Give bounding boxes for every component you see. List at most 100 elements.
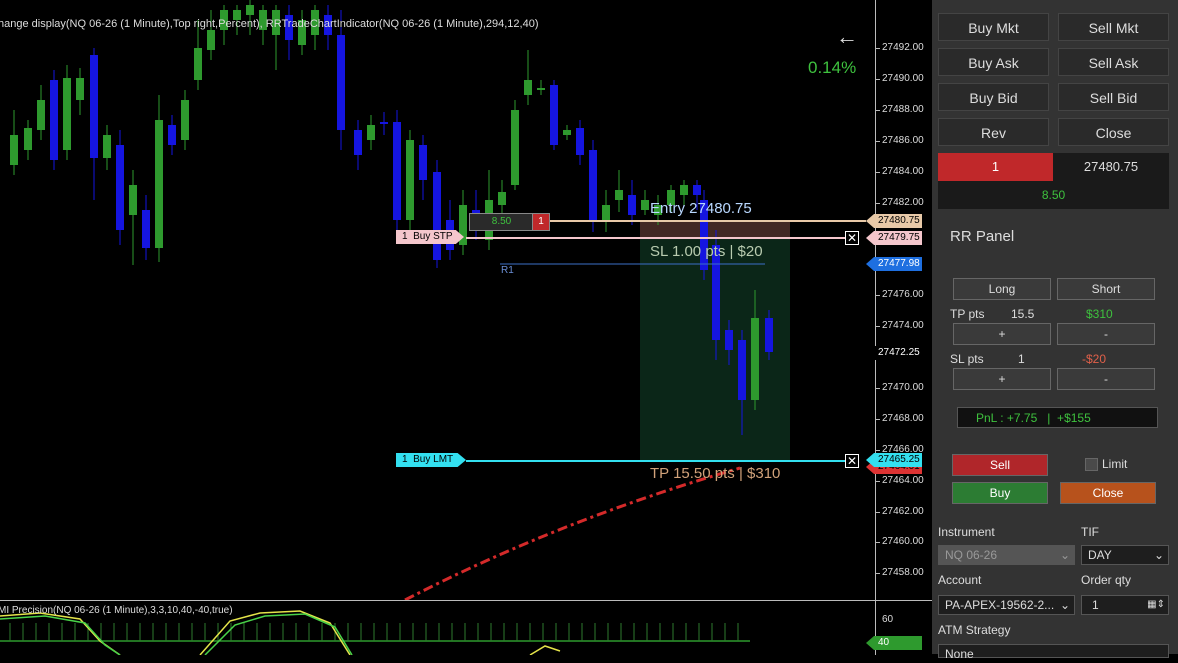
tp-increase-button[interactable]: + — [953, 323, 1051, 345]
candle-body — [576, 128, 584, 155]
buy-stop-order-tag[interactable]: 1 Buy STP — [396, 230, 464, 244]
sell-button[interactable]: Sell — [952, 454, 1048, 476]
price-axis-label: 27458.00 — [882, 567, 924, 579]
tp-pts-label: TP pts — [950, 307, 985, 321]
red-dashed-indicator — [404, 466, 741, 600]
price-axis[interactable]: 27492.00 27490.00 27488.00 27486.00 27484.00… — [866, 0, 933, 600]
price-axis-label: 27460.00 — [882, 536, 924, 548]
candle-body — [393, 122, 401, 220]
subpanel-axis-label: 60 — [882, 614, 894, 625]
candlestick-canvas — [10, 0, 866, 600]
cancel-stop-order-icon[interactable]: ✕ — [845, 231, 859, 245]
atm-strategy-value: None — [945, 647, 974, 661]
price-axis-tick — [876, 78, 880, 80]
price-axis-label: 27462.00 — [882, 505, 924, 517]
candle-body — [680, 185, 688, 195]
buy-limit-order-tag[interactable]: 1 Buy LMT — [396, 453, 466, 467]
candle-body — [194, 48, 202, 80]
indicator-title: hange display(NQ 06-26 (1 Minute),Top ri… — [0, 18, 539, 30]
candle-body — [37, 100, 45, 130]
sell-bid-button[interactable]: Sell Bid — [1058, 83, 1169, 111]
position-pnl-box[interactable]: 8.50 — [469, 213, 534, 231]
candle-body — [511, 110, 519, 185]
buy-market-button[interactable]: Buy Mkt — [938, 13, 1049, 41]
position-price-cell: 27480.75 — [1053, 153, 1169, 181]
tif-label: TIF — [1081, 525, 1099, 539]
candle-body — [103, 135, 111, 158]
price-tag-current: 27477.98 — [866, 257, 922, 271]
candle-body — [90, 55, 98, 158]
price-axis-label: 27474.00 — [882, 320, 924, 332]
r1-label: R1 — [501, 265, 514, 276]
subpanel-axis: 60 40 — [866, 600, 933, 655]
buy-bid-button[interactable]: Buy Bid — [938, 83, 1049, 111]
candle-body — [116, 145, 124, 230]
order-qty-input[interactable]: 1 ▦⇕ — [1081, 595, 1169, 615]
account-label: Account — [938, 573, 982, 587]
candle-body — [337, 35, 345, 130]
take-profit-label: TP 15.50 pts | $310 — [650, 465, 781, 482]
sl-decrease-button[interactable]: - — [1057, 368, 1155, 390]
candle-body — [628, 195, 636, 215]
long-button[interactable]: Long — [953, 278, 1051, 300]
account-select[interactable]: PA-APEX-19562-2... ⌄ — [938, 595, 1075, 615]
candle-body — [168, 125, 176, 145]
price-chart[interactable]: hange display(NQ 06-26 (1 Minute),Top ri… — [0, 0, 875, 600]
position-qty-box[interactable]: 1 — [532, 213, 550, 231]
entry-label: Entry 27480.75 — [650, 200, 752, 217]
cancel-limit-order-icon[interactable]: ✕ — [845, 454, 859, 468]
price-axis-tick — [876, 295, 880, 297]
spinner-icon[interactable]: ▦⇕ — [1147, 596, 1165, 614]
sell-market-button[interactable]: Sell Mkt — [1058, 13, 1169, 41]
tif-value: DAY — [1088, 548, 1112, 562]
price-axis-label: 27470.00 — [882, 381, 924, 393]
candle-body — [602, 205, 610, 222]
stop-loss-label: SL 1.00 pts | $20 — [650, 243, 763, 260]
buy-button[interactable]: Buy — [952, 482, 1048, 504]
tif-select[interactable]: DAY ⌄ — [1081, 545, 1169, 565]
candle-body — [615, 190, 623, 200]
candle-body — [589, 150, 597, 220]
instrument-value: NQ 06-26 — [945, 548, 998, 562]
reverse-button[interactable]: Rev — [938, 118, 1049, 146]
account-value: PA-APEX-19562-2... — [945, 598, 1055, 612]
back-arrow-icon[interactable]: ← — [836, 24, 858, 50]
price-axis-tick — [876, 480, 880, 482]
close-position-button[interactable]: Close — [1058, 118, 1169, 146]
price-tag-limit: 27465.25 — [866, 453, 922, 467]
candle-body — [524, 80, 532, 95]
candle-body — [142, 210, 150, 248]
buy-ask-button[interactable]: Buy Ask — [938, 48, 1049, 76]
chevron-down-icon: ⌄ — [1059, 548, 1070, 562]
price-axis-tick — [876, 418, 880, 420]
short-button[interactable]: Short — [1057, 278, 1155, 300]
candle-body — [367, 125, 375, 140]
limit-checkbox[interactable] — [1085, 458, 1098, 471]
instrument-label: Instrument — [938, 525, 995, 539]
subpanel-value-tag: 40 — [866, 636, 922, 650]
instrument-select[interactable]: NQ 06-26 ⌄ — [938, 545, 1075, 565]
candle-body — [50, 80, 58, 160]
candle-body — [641, 200, 649, 210]
price-axis-label: 27486.00 — [882, 134, 924, 146]
candle-body — [433, 172, 441, 260]
tp-dollar-value: $310 — [1086, 307, 1113, 321]
candle-body — [537, 88, 545, 90]
sl-increase-button[interactable]: + — [953, 368, 1051, 390]
close-button[interactable]: Close — [1060, 482, 1156, 504]
atm-strategy-select[interactable]: None — [938, 644, 1169, 661]
candle-body — [738, 340, 746, 400]
candle-body — [129, 185, 137, 215]
chevron-down-icon: ⌄ — [1059, 598, 1070, 612]
price-axis-tick — [876, 326, 880, 328]
candle-body — [24, 128, 32, 150]
tp-decrease-button[interactable]: - — [1057, 323, 1155, 345]
sell-ask-button[interactable]: Sell Ask — [1058, 48, 1169, 76]
pnl-display: PnL : +7.75 | +$155 — [957, 407, 1158, 428]
price-axis-label: 27464.00 — [882, 474, 924, 486]
candle-body — [406, 140, 414, 220]
stop-loss-zone — [640, 221, 790, 238]
indicator-subpanel[interactable]: MI Precision(NQ 06-26 (1 Minute),3,3,10,… — [0, 600, 875, 655]
order-entry-panel: Buy Mkt Sell Mkt Buy Ask Sell Ask Buy Bi… — [932, 0, 1178, 661]
candle-body — [10, 135, 18, 165]
